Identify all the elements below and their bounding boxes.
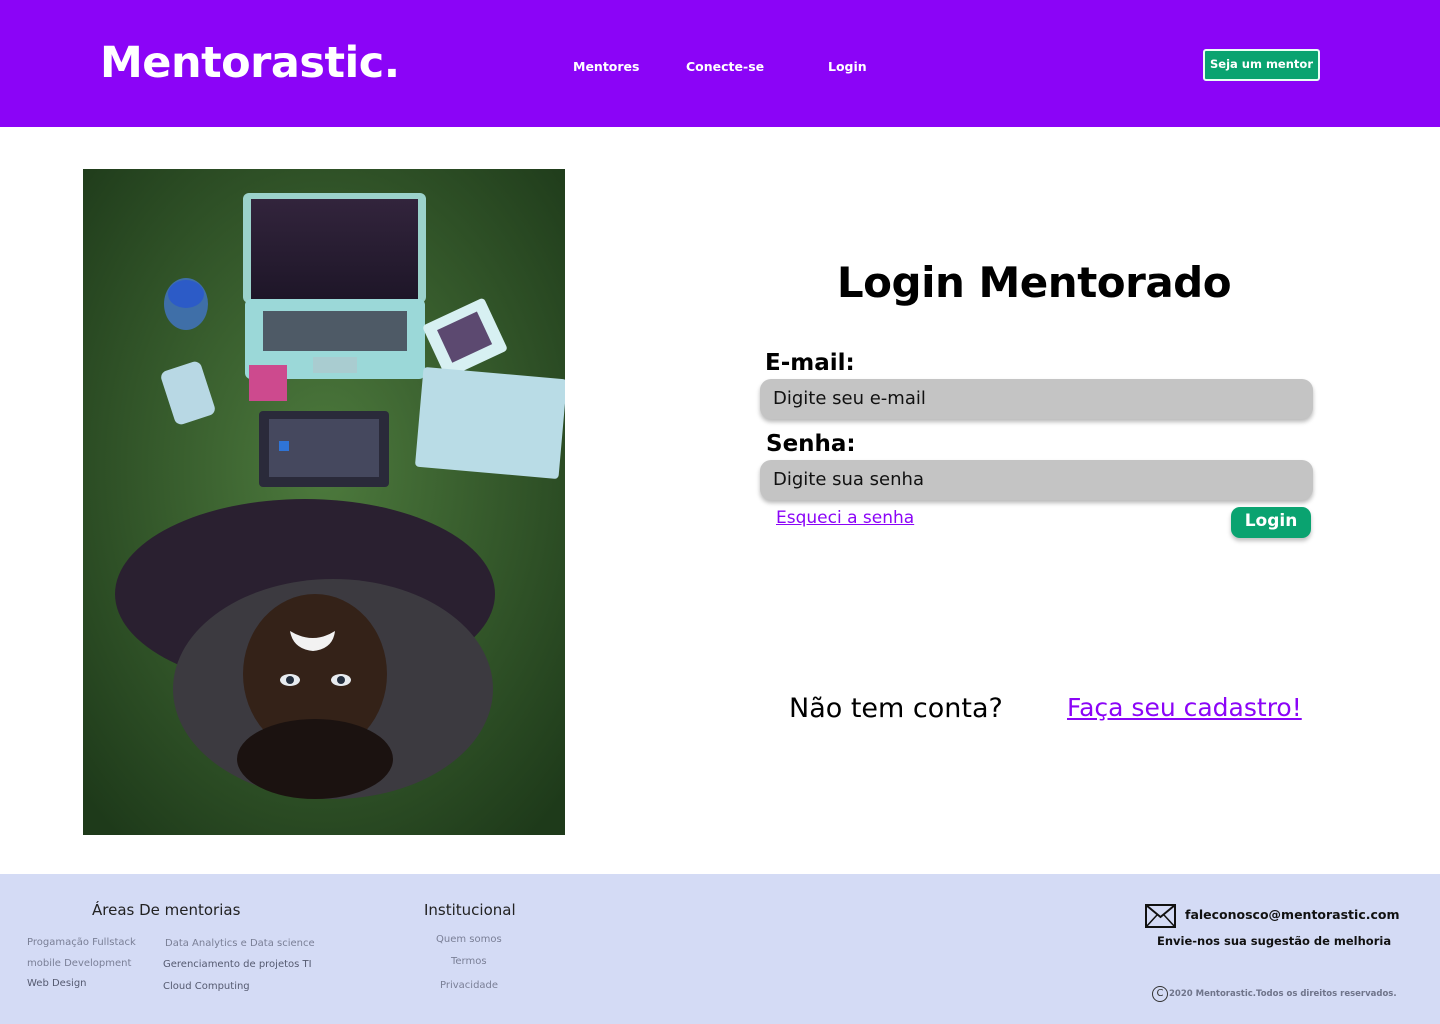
- brand-logo[interactable]: Mentorastic.: [100, 38, 400, 88]
- footer-terms-link[interactable]: Termos: [451, 956, 487, 967]
- copyright-text: 2020 Mentorastic.Todos os direitos reser…: [1169, 989, 1397, 999]
- footer: [0, 874, 1440, 1024]
- email-field[interactable]: Digite seu e-mail: [760, 379, 1313, 419]
- person-with-laptop-photo: [83, 169, 565, 835]
- password-field[interactable]: Digite sua senha: [760, 460, 1313, 500]
- nav-login[interactable]: Login: [828, 59, 867, 74]
- footer-area-cloud[interactable]: Cloud Computing: [163, 981, 250, 992]
- footer-about-link[interactable]: Quem somos: [436, 934, 502, 945]
- hero-illustration: [83, 169, 565, 835]
- copyright-icon: C: [1152, 986, 1168, 1002]
- contact-email-link[interactable]: faleconosco@mentorastic.com: [1185, 907, 1400, 922]
- password-label: Senha:: [766, 431, 856, 457]
- signup-link[interactable]: Faça seu cadastro!: [1067, 693, 1302, 722]
- nav-conecte-se[interactable]: Conecte-se: [686, 59, 764, 74]
- footer-area-project-management[interactable]: Gerenciamento de projetos TI: [163, 959, 312, 970]
- nav-mentores[interactable]: Mentores: [573, 59, 639, 74]
- page-title: Login Mentorado: [836, 258, 1232, 307]
- footer-area-data[interactable]: Data Analytics e Data science: [165, 938, 315, 949]
- become-mentor-button[interactable]: Seja um mentor: [1203, 49, 1320, 81]
- footer-privacy-link[interactable]: Privacidade: [440, 980, 498, 991]
- envelope-icon: [1145, 904, 1176, 928]
- footer-area-fullstack[interactable]: Progamação Fullstack: [27, 937, 136, 948]
- footer-area-web-design[interactable]: Web Design: [27, 978, 87, 989]
- footer-institutional-title: Institucional: [424, 901, 516, 919]
- login-button[interactable]: Login: [1231, 507, 1311, 538]
- no-account-text: Não tem conta?: [789, 693, 1003, 724]
- suggestion-text: Envie-nos sua sugestão de melhoria: [1157, 934, 1392, 948]
- footer-areas-title: Áreas De mentorias: [92, 901, 241, 919]
- forgot-password-link[interactable]: Esqueci a senha: [776, 508, 914, 528]
- top-header: Mentorastic. Mentores Conecte-se Login S…: [0, 0, 1440, 127]
- email-label: E-mail:: [765, 350, 855, 376]
- footer-area-mobile[interactable]: mobile Development: [27, 958, 131, 969]
